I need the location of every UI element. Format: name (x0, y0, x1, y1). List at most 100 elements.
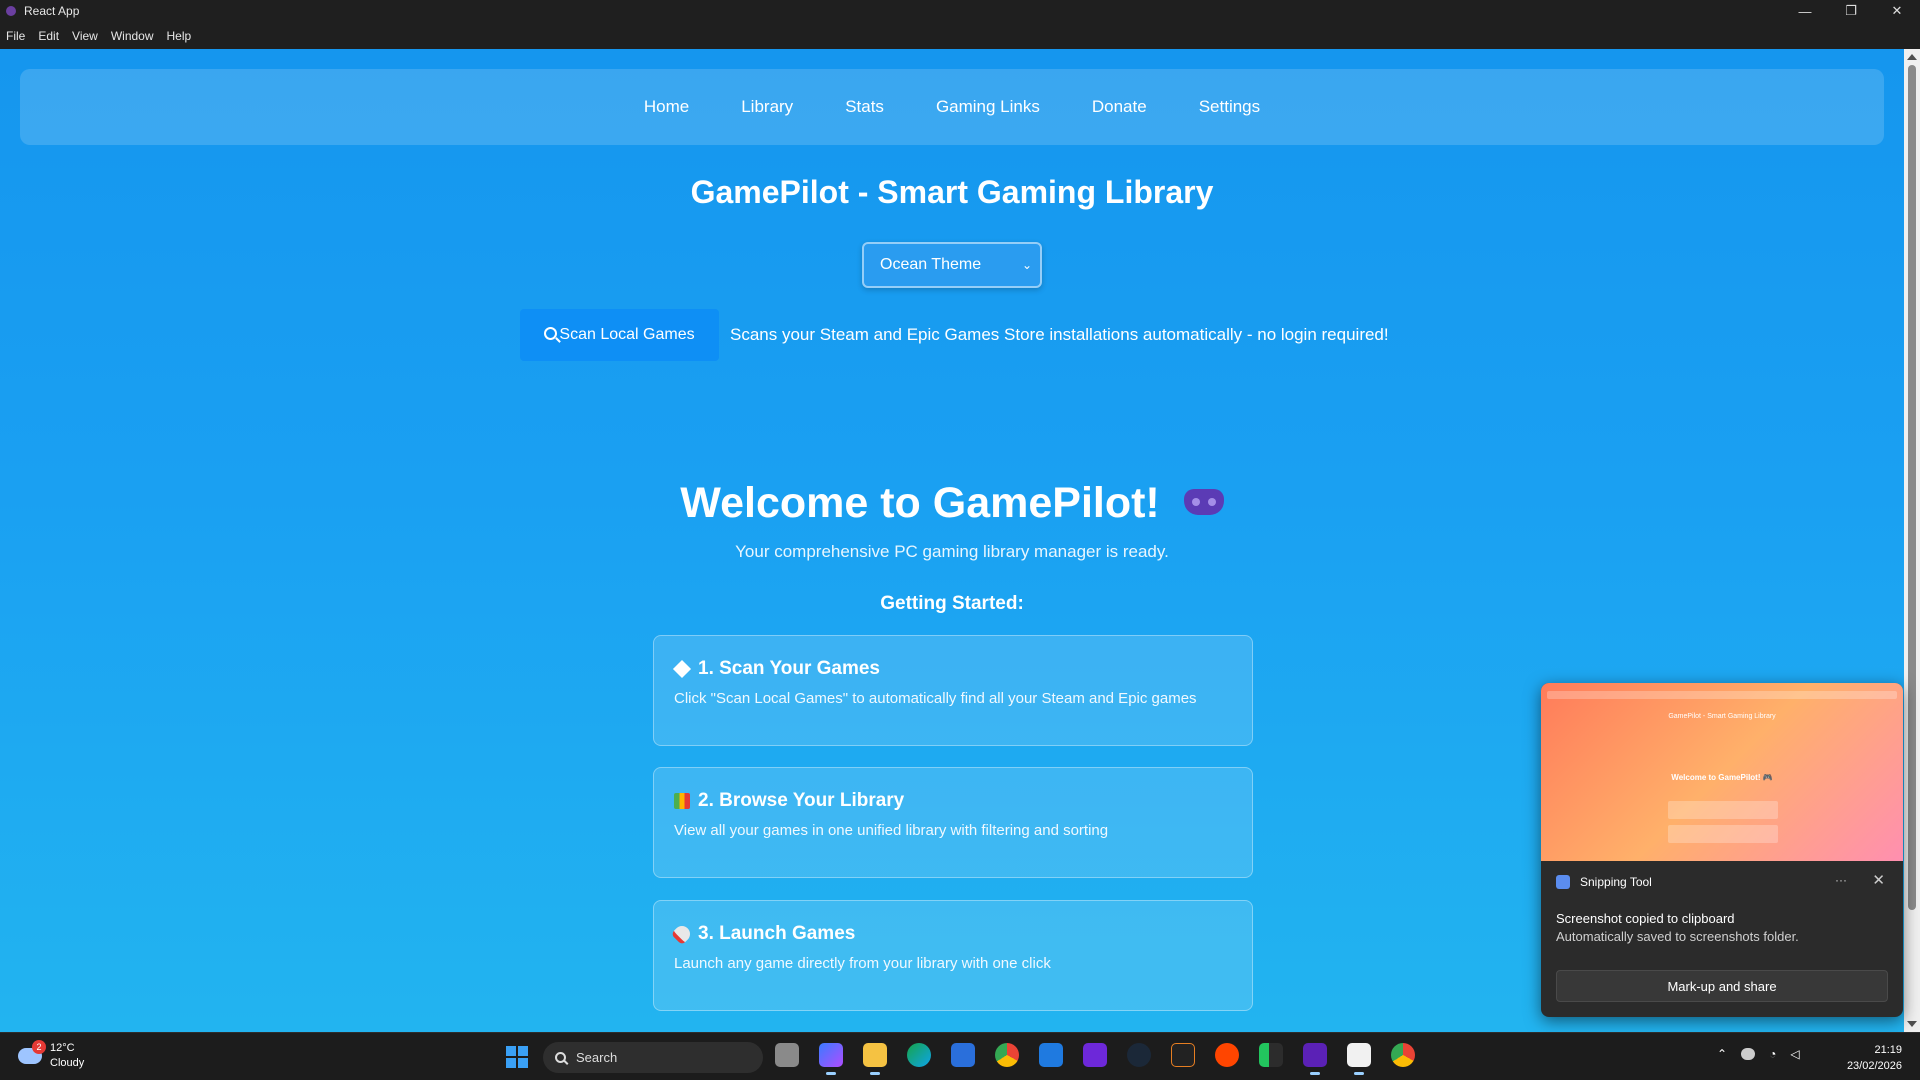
nav-settings[interactable]: Settings (1199, 97, 1260, 117)
minimize-button[interactable]: — (1782, 0, 1828, 22)
wifi-icon[interactable]: ◔ (1769, 1047, 1776, 1061)
page-title: GamePilot - Smart Gaming Library (690, 174, 1214, 210)
nav-donate[interactable]: Donate (1092, 97, 1147, 117)
close-button[interactable]: ✕ (1874, 0, 1920, 22)
nav-home[interactable]: Home (644, 97, 689, 117)
clock-date: 23/02/2026 (1846, 1060, 1902, 1072)
volume-icon[interactable]: ◁ (1790, 1047, 1799, 1061)
step-card-title-text: 2. Browse Your Library (698, 790, 905, 811)
writing-app-icon[interactable] (1347, 1043, 1371, 1075)
chrome-icon[interactable] (995, 1043, 1019, 1067)
cloud-icon: 2 (18, 1040, 46, 1064)
preview-nav (1547, 691, 1897, 699)
restore-button[interactable]: ❐ (1828, 0, 1874, 22)
welcome-heading: Welcome to GamePilot! (0, 479, 1904, 528)
screenshot-preview[interactable]: GamePilot - Smart Gaming Library Welcome… (1541, 683, 1903, 861)
vertical-scrollbar[interactable] (1904, 49, 1920, 1032)
weather-badge: 2 (32, 1040, 46, 1054)
menu-window[interactable]: Window (111, 29, 154, 43)
taskbar-search-label: Search (576, 1050, 618, 1065)
system-tray: ⌃ ◔ ◁ (1717, 1047, 1800, 1061)
weather-widget[interactable]: 2 12°C Cloudy (18, 1040, 84, 1071)
task-view-icon[interactable] (775, 1043, 799, 1067)
windows-logo-icon (518, 1058, 528, 1068)
react-app-icon[interactable] (1303, 1043, 1327, 1075)
copilot-icon[interactable] (819, 1043, 843, 1075)
menu-view[interactable]: View (72, 29, 98, 43)
taskbar: 2 12°C Cloudy Search ⌃ ◔ ◁ 21:19 23/02/2… (0, 1032, 1920, 1080)
file-explorer-icon[interactable] (863, 1043, 887, 1075)
theme-select[interactable]: Ocean Theme ⌄ (862, 242, 1042, 288)
preview-card (1668, 825, 1778, 843)
step-card-title: 2. Browse Your Library (674, 790, 1232, 812)
step-card-scan: 1. Scan Your Games Click "Scan Local Gam… (653, 635, 1253, 746)
step-card-browse: 2. Browse Your Library View all your gam… (653, 767, 1253, 878)
taskbar-apps (775, 1043, 1435, 1075)
main-nav: Home Library Stats Gaming Links Donate S… (20, 69, 1884, 145)
menu-bar: File Edit View Window Help (0, 22, 1920, 49)
nav-stats[interactable]: Stats (845, 97, 884, 117)
chevron-down-icon: ⌄ (1021, 258, 1032, 272)
markup-share-button[interactable]: Mark-up and share (1556, 970, 1888, 1002)
welcome-subtitle: Your comprehensive PC gaming library man… (735, 542, 1169, 561)
taskbar-clock[interactable]: 21:19 23/02/2026 (1847, 1042, 1902, 1074)
microsoft-store-icon[interactable] (951, 1043, 975, 1067)
step-card-title: 1. Scan Your Games (672, 658, 1232, 680)
menu-help[interactable]: Help (167, 29, 192, 43)
clock-time: 21:19 (1874, 1044, 1902, 1056)
scan-button-label: Scan Local Games (559, 326, 695, 343)
weather-text: 12°C Cloudy (50, 1041, 84, 1071)
preview-card (1668, 801, 1778, 819)
scrollbar-thumb[interactable] (1908, 65, 1916, 910)
close-icon[interactable]: ✕ (1872, 871, 1885, 889)
chevron-up-icon[interactable]: ⌃ (1717, 1047, 1727, 1061)
chrome-profile-icon[interactable] (1391, 1043, 1415, 1067)
edge-icon[interactable] (907, 1043, 931, 1067)
windows-logo-icon (506, 1058, 516, 1068)
notification-app-name: Snipping Tool (1580, 875, 1652, 889)
scan-local-games-button[interactable]: Scan Local Games (520, 309, 719, 361)
more-options-icon[interactable]: ··· (1835, 873, 1847, 887)
step-card-desc: Click "Scan Local Games" to automaticall… (674, 690, 1197, 707)
reddit-icon[interactable] (1215, 1043, 1239, 1067)
step-card-title: 3. Launch Games (670, 922, 1232, 946)
window-title: React App (24, 4, 80, 18)
amd-icon[interactable] (1171, 1043, 1195, 1067)
scan-description: Scans your Steam and Epic Games Store in… (730, 325, 1389, 344)
app-icon (6, 6, 16, 16)
prime-video-icon[interactable] (1039, 1043, 1063, 1067)
nav-library[interactable]: Library (741, 97, 793, 117)
menu-file[interactable]: File (6, 29, 25, 43)
search-icon (555, 1052, 566, 1063)
menu-edit[interactable]: Edit (38, 29, 59, 43)
notification-header: Snipping Tool (1556, 875, 1652, 889)
scroll-down-icon[interactable] (1907, 1021, 1917, 1027)
steam-icon[interactable] (1127, 1043, 1151, 1067)
start-button[interactable] (506, 1046, 528, 1068)
notification-message: Screenshot copied to clipboard (1556, 911, 1735, 926)
notification-detail: Automatically saved to screenshots folde… (1556, 929, 1799, 944)
step-card-launch: 3. Launch Games Launch any game directly… (653, 900, 1253, 1011)
windows-logo-icon (518, 1046, 528, 1056)
step-card-desc: Launch any game directly from your libra… (674, 955, 1051, 972)
weather-condition: Cloudy (50, 1057, 85, 1069)
weather-temp: 12°C (50, 1042, 75, 1054)
welcome-title: Welcome to GamePilot! (680, 479, 1160, 527)
preview-title: GamePilot - Smart Gaming Library (1668, 713, 1776, 720)
nav-gaming-links[interactable]: Gaming Links (936, 97, 1040, 117)
books-icon (674, 793, 690, 809)
unknown-glyph-icon (672, 659, 692, 679)
snipping-notification: GamePilot - Smart Gaming Library Welcome… (1541, 683, 1903, 1017)
step-card-title-text: 1. Scan Your Games (698, 658, 880, 679)
windows-logo-icon (506, 1046, 516, 1056)
media-player-icon[interactable] (1259, 1043, 1283, 1067)
taskbar-search[interactable]: Search (543, 1042, 763, 1073)
onedrive-icon[interactable] (1741, 1048, 1756, 1060)
scroll-up-icon[interactable] (1907, 54, 1917, 60)
getting-started-heading: Getting Started: (880, 593, 1024, 614)
game-controller-icon (1183, 488, 1224, 515)
rocket-icon (670, 922, 694, 946)
vpn-icon[interactable] (1083, 1043, 1107, 1067)
window-controls: — ❐ ✕ (1782, 0, 1920, 22)
title-bar: React App — ❐ ✕ (0, 0, 1920, 22)
